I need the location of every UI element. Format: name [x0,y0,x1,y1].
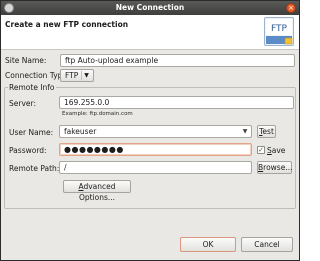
checkmark-icon: ✓ [258,146,264,154]
save-password-label[interactable]: Save [267,146,285,155]
user-name-input[interactable]: fakeuser ▼ [59,125,252,138]
chevron-down-icon[interactable]: ▼ [241,128,249,136]
connection-type-select[interactable]: FTP ▼ [60,69,94,82]
close-window-button[interactable]: × [286,3,296,13]
password-label: Password: [9,146,47,155]
ok-button[interactable]: OK [180,237,236,252]
server-label: Server: [9,99,36,108]
password-input[interactable]: ●●●●●●●● [59,143,252,156]
dialog-heading: Create a new FTP connection [5,20,129,29]
connection-type-value: FTP [65,71,79,80]
dialog-header: Create a new FTP connection FTP [1,15,299,50]
server-hint: Example: ftp.domain.com [62,111,133,117]
browse-button[interactable]: Browse... [257,161,292,174]
close-icon: × [288,4,294,12]
remote-path-input[interactable]: / [59,161,252,174]
remote-path-label: Remote Path: [9,164,60,173]
site-name-label: Site Name: [5,56,47,65]
user-name-value: fakeuser [64,127,97,136]
save-password-checkbox[interactable]: ✓ [257,146,265,154]
test-button[interactable]: Test [257,125,276,138]
remote-info-legend: Remote Info [9,83,55,92]
new-connection-dialog: New Connection × Create a new FTP connec… [0,0,300,261]
ftp-logo-text: FTP [271,24,288,34]
chevron-down-icon: ▼ [81,71,91,80]
server-input[interactable]: 169.255.0.0 [59,96,294,109]
window-title: New Connection [115,3,185,12]
cancel-button[interactable]: Cancel [241,237,293,252]
title-bar[interactable]: New Connection × [1,1,299,15]
ftp-logo-icon: FTP [264,17,294,46]
site-name-input[interactable]: ftp Auto-upload example [60,54,295,67]
user-name-label: User Name: [9,128,54,137]
advanced-options-button[interactable]: Advanced Options... [63,180,131,202]
